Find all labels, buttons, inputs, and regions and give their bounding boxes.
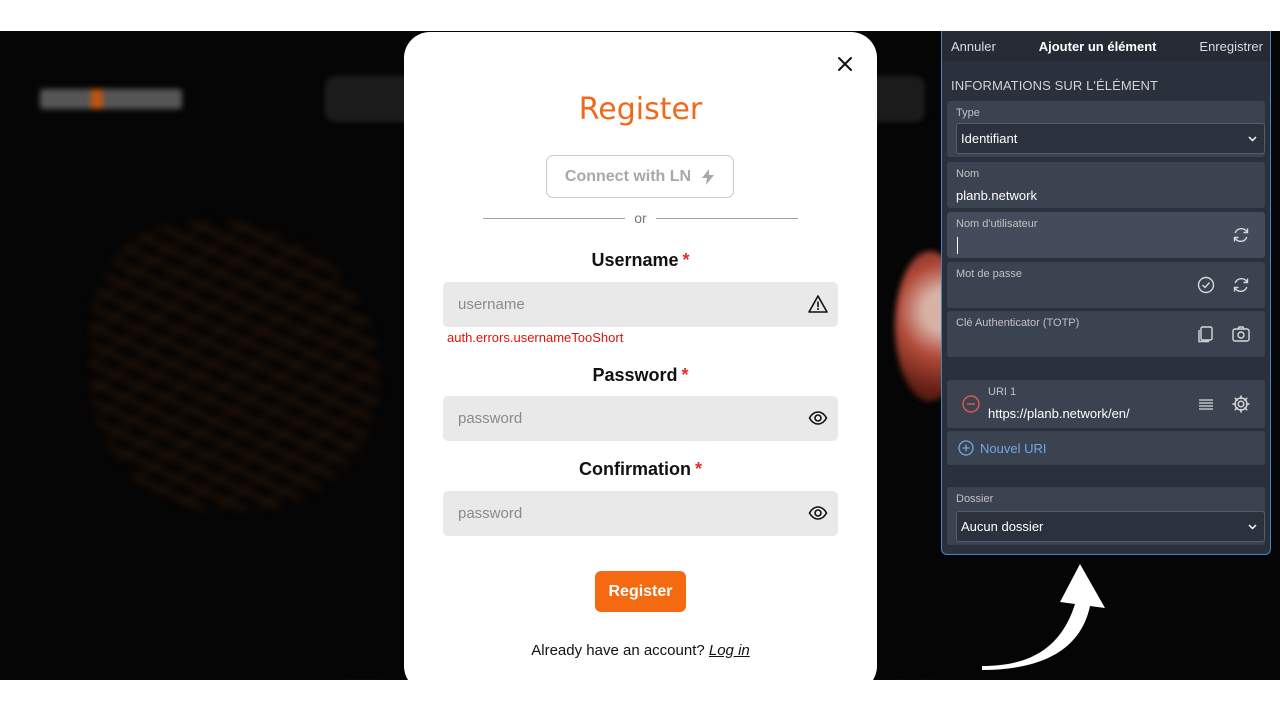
background-illustration [90, 221, 380, 511]
new-uri-label: Nouvel URI [980, 440, 1047, 456]
uri-value[interactable]: https://planb.network/en/ [988, 406, 1130, 421]
confirmation-input[interactable] [443, 491, 803, 536]
username-card[interactable]: Nom d'utilisateur [947, 212, 1265, 258]
background-heading-right: 6% [880, 671, 971, 680]
required-mark: * [694, 459, 702, 479]
generate-password-button[interactable] [1231, 275, 1251, 295]
register-button[interactable]: Register [595, 571, 686, 612]
chevron-down-icon [1248, 136, 1257, 142]
modal-title: Register [578, 92, 703, 127]
new-uri-button[interactable]: Nouvel URI [958, 440, 1046, 456]
new-uri-card[interactable]: Nouvel URI [947, 431, 1265, 465]
totp-label: Clé Authenticator (TOTP) [956, 317, 1080, 329]
name-label: Nom [956, 168, 980, 180]
username-field[interactable] [443, 282, 838, 327]
type-value: Identifiant [961, 131, 1018, 146]
close-icon [838, 57, 852, 71]
type-select[interactable]: Identifiant [956, 123, 1265, 154]
username-input[interactable] [443, 282, 803, 327]
required-mark: * [682, 250, 690, 270]
username-error: auth.errors.usernameTooShort [447, 330, 624, 345]
minus-circle-icon [962, 395, 980, 413]
folder-value: Aucun dossier [961, 519, 1044, 534]
name-card[interactable]: Nom planb.network [947, 162, 1265, 208]
check-password-button[interactable] [1196, 275, 1216, 295]
required-mark: * [681, 365, 689, 385]
uri-card: URI 1 https://planb.network/en/ [947, 380, 1265, 428]
uri-settings-button[interactable] [1231, 394, 1251, 414]
panel-title: Ajouter un élément [1038, 38, 1157, 54]
cancel-button[interactable]: Annuler [951, 39, 996, 54]
text-caret [957, 237, 958, 254]
or-divider: or [483, 210, 798, 228]
plus-circle-icon [958, 440, 974, 456]
panel-header: Annuler Ajouter un élément Enregistrer [942, 31, 1270, 61]
folder-card: Dossier Aucun dossier [947, 487, 1265, 545]
site-logo [40, 89, 182, 109]
remove-uri-button[interactable] [961, 394, 981, 414]
eye-icon[interactable] [808, 408, 828, 428]
password-manager-panel: Annuler Ajouter un élément Enregistrer I… [941, 31, 1271, 555]
lightning-icon [702, 168, 715, 185]
confirmation-label-text: Confirmation [578, 459, 691, 479]
copy-totp-button[interactable] [1196, 324, 1216, 344]
refresh-icon [1233, 277, 1249, 293]
generate-username-button[interactable] [1231, 225, 1251, 245]
check-circle-icon [1197, 276, 1215, 294]
eye-icon[interactable] [808, 503, 828, 523]
chevron-down-icon [1248, 524, 1257, 530]
close-button[interactable] [835, 54, 855, 74]
confirmation-field[interactable] [443, 491, 838, 536]
pm-password-label: Mot de passe [956, 268, 1023, 280]
password-label: Password * [404, 365, 877, 386]
save-button[interactable]: Enregistrer [1199, 39, 1263, 54]
login-prompt-text: Already have an account? [531, 642, 705, 659]
copy-icon [1198, 326, 1213, 343]
warning-icon [808, 294, 828, 314]
refresh-icon [1233, 227, 1249, 243]
connect-ln-label: Connect with LN [564, 167, 692, 185]
login-link[interactable]: Log in [709, 642, 750, 659]
username-label-text: Username [591, 250, 679, 270]
folder-label: Dossier [956, 493, 994, 505]
scan-totp-button[interactable] [1231, 324, 1251, 344]
annotation-arrow-icon [982, 564, 1105, 670]
camera-icon [1232, 326, 1250, 342]
section-heading: INFORMATIONS SUR L'ÉLÉMENT [951, 78, 1159, 93]
background-heading-left: 1To [310, 671, 418, 680]
username-label: Username * [404, 250, 877, 271]
totp-card[interactable]: Clé Authenticator (TOTP) [947, 311, 1265, 357]
type-label: Type [956, 107, 980, 119]
login-prompt: Already have an account? Log in [404, 642, 877, 659]
name-value[interactable]: planb.network [956, 188, 1037, 203]
register-modal: Register Connect with LN or Username* au… [404, 32, 877, 692]
password-label-text: Password [592, 365, 678, 385]
or-label: or [634, 210, 647, 226]
divider-line-right [656, 218, 798, 219]
password-input[interactable] [443, 396, 803, 441]
pm-username-label: Nom d'utilisateur [956, 218, 1038, 230]
password-field[interactable] [443, 396, 838, 441]
password-card[interactable]: Mot de passe [947, 262, 1265, 308]
folder-select[interactable]: Aucun dossier [956, 511, 1265, 542]
uri-match-button[interactable] [1196, 394, 1216, 414]
confirmation-label: Confirmation * [404, 459, 877, 480]
connect-ln-button[interactable]: Connect with LN [546, 155, 734, 198]
type-card: Type Identifiant [947, 101, 1265, 157]
uri-label: URI 1 [988, 386, 1017, 398]
gear-icon [1232, 395, 1250, 413]
list-icon [1199, 399, 1213, 410]
divider-line-left [483, 218, 625, 219]
